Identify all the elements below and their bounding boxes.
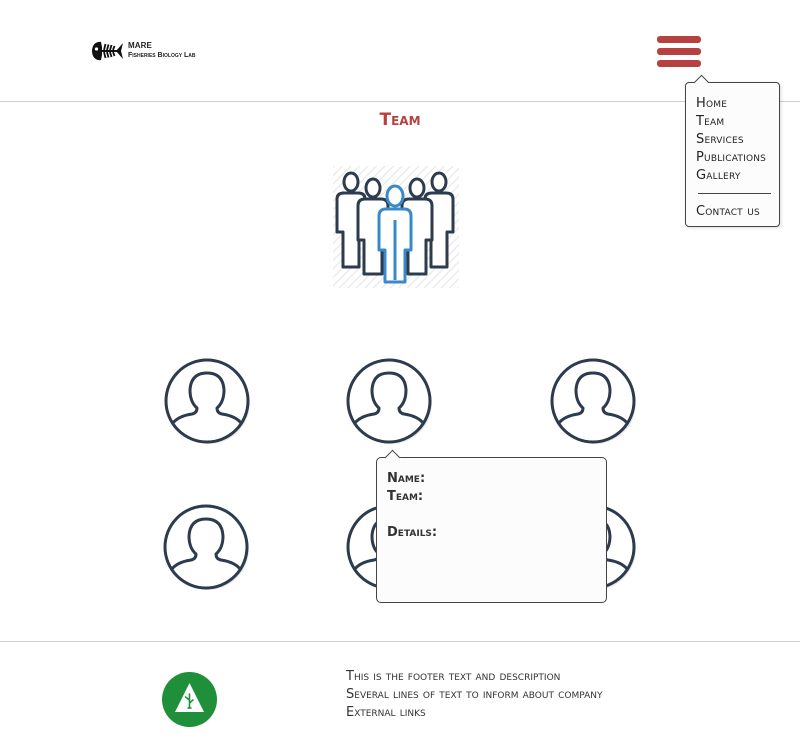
team-member-avatar[interactable] — [550, 358, 638, 446]
user-avatar-icon — [550, 358, 636, 444]
footer-description: This is the footer text and description — [346, 669, 561, 684]
page-title: Team — [379, 110, 421, 130]
team-member-avatar[interactable] — [346, 358, 434, 446]
member-details-label: Details: — [387, 525, 438, 540]
member-team-label: Team: — [387, 489, 424, 504]
team-member-avatar[interactable] — [164, 358, 252, 446]
menu-divider — [698, 193, 771, 194]
footer-divider — [0, 641, 800, 642]
nav-dropdown-menu: Home Team Services Publications Gallery … — [685, 82, 780, 227]
fish-skeleton-icon — [92, 41, 123, 61]
user-avatar-icon — [346, 358, 432, 444]
tree-icon — [162, 672, 217, 727]
footer-text: This is the footer text and description … — [346, 668, 602, 722]
user-avatar-icon — [163, 504, 249, 590]
page: MARE Fisheries Biology Lab Home Team Ser… — [0, 0, 800, 742]
team-group-icon — [333, 166, 459, 288]
menu-item-contact[interactable]: Contact us — [696, 203, 779, 221]
hamburger-menu-button[interactable] — [657, 36, 701, 68]
site-logo[interactable]: MARE Fisheries Biology Lab — [90, 38, 196, 64]
footer-info: Several lines of text to inform about co… — [346, 687, 603, 702]
site-header: MARE Fisheries Biology Lab — [0, 0, 800, 102]
member-details-popup: Name: Team: Details: — [376, 457, 607, 603]
logo-title: MARE — [128, 41, 152, 50]
logo-subtitle: Fisheries Biology Lab — [128, 52, 196, 59]
menu-item-services[interactable]: Services — [696, 131, 779, 149]
team-member-avatar[interactable] — [163, 504, 251, 592]
menu-item-publications[interactable]: Publications — [696, 149, 779, 167]
menu-item-gallery[interactable]: Gallery — [696, 167, 779, 185]
member-name-label: Name: — [387, 471, 426, 486]
user-avatar-icon — [164, 358, 250, 444]
footer-external-links[interactable]: External links — [346, 704, 602, 722]
